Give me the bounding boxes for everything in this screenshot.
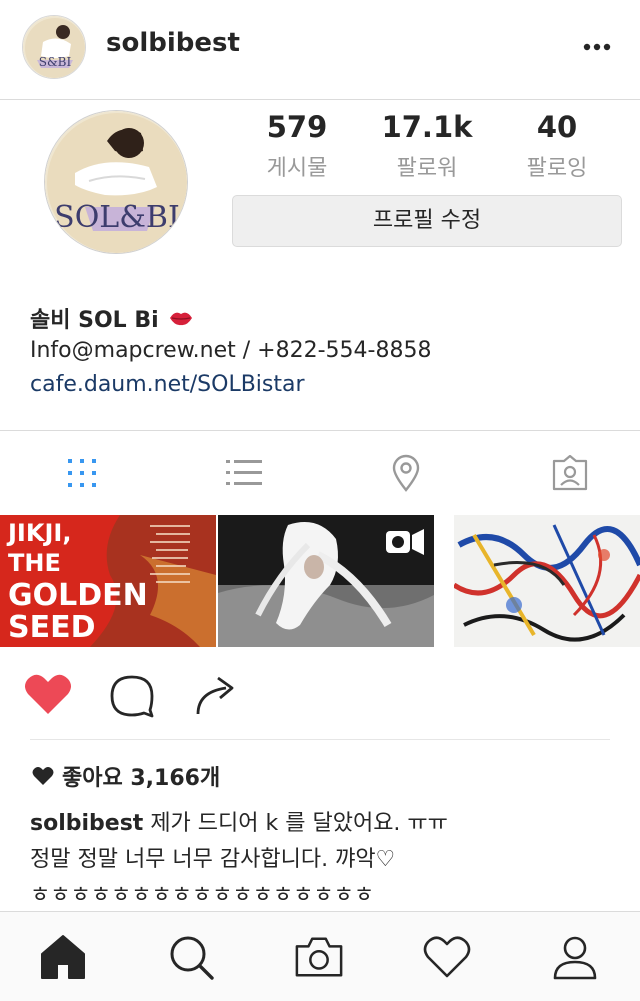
share-button[interactable]: [190, 670, 242, 720]
share-arrow-icon: [196, 676, 234, 715]
heart-small-icon: [32, 767, 54, 785]
bio-name-row: 솔비 SOL Bi: [30, 302, 193, 334]
stat-followers-value: 17.1k: [381, 110, 473, 144]
search-icon: [170, 936, 214, 980]
stat-followers-label: 팔로워: [396, 156, 458, 181]
post-caption: solbibest 제가 드디어 k 를 달았어요. ㅠㅠ 정말 정말 너무 너…: [30, 806, 620, 914]
caption-username[interactable]: solbibest: [30, 811, 143, 836]
video-camera-icon: [386, 529, 424, 555]
stat-following-value: 40: [536, 110, 578, 144]
comment-icon: [110, 675, 154, 718]
stat-posts-label: 게시물: [266, 156, 328, 181]
nav-home[interactable]: [38, 932, 88, 982]
bottom-nav: [0, 911, 640, 1001]
heart-filled-icon: [25, 674, 71, 714]
stat-following-label: 팔로잉: [526, 156, 588, 181]
stat-following[interactable]: 40 팔로잉: [492, 110, 622, 182]
likes-row[interactable]: 좋아요 3,166개: [32, 760, 220, 792]
stat-followers[interactable]: 17.1k 팔로워: [362, 110, 492, 182]
avatar-logo-text: SOL&BI: [54, 200, 180, 235]
header-avatar[interactable]: S&BI: [22, 15, 86, 79]
thumb-text-line: GOLDEN: [8, 578, 148, 613]
likes-count: 좋아요 3,166개: [62, 766, 221, 791]
top-bar: S&BI solbibest: [0, 0, 640, 100]
header-username: solbibest: [106, 28, 240, 58]
stat-posts-value: 579: [266, 110, 328, 144]
grid-photo-2[interactable]: [218, 515, 434, 647]
thumb-text-line: THE: [8, 549, 61, 577]
grid-icon: [68, 459, 96, 487]
caption-text: ㅎㅎㅎㅎㅎㅎㅎㅎㅎㅎㅎㅎㅎㅎㅎㅎㅎ: [30, 883, 375, 908]
heart-icon: [423, 936, 471, 978]
tab-grid[interactable]: [60, 451, 104, 495]
grid-photo-1[interactable]: JIKJI, THE GOLDEN SEED: [0, 515, 216, 647]
profile-tab-bar: [0, 431, 640, 515]
nav-profile[interactable]: [550, 932, 600, 982]
profile-avatar[interactable]: SOL&BI: [44, 110, 188, 254]
edit-profile-button[interactable]: 프로필 수정: [232, 195, 622, 247]
lips-icon: [169, 312, 192, 326]
list-icon: [226, 460, 262, 485]
stat-posts[interactable]: 579 게시물: [232, 110, 362, 182]
nav-activity[interactable]: [422, 932, 472, 982]
tab-list[interactable]: [222, 451, 266, 495]
bio-contact: Info@mapcrew.net / +822-554-8858: [30, 338, 432, 363]
caption-text: 정말 정말 너무 너무 감사합니다. 꺄악♡: [30, 847, 396, 872]
tagged-person-icon: [552, 455, 588, 491]
comment-button[interactable]: [106, 670, 158, 720]
home-icon: [41, 935, 85, 979]
grid-photo-3[interactable]: [454, 515, 640, 647]
bio-link[interactable]: cafe.daum.net/SOLBistar: [30, 372, 305, 397]
caption-text: 제가 드디어 k 를 달았어요. ㅠㅠ: [143, 811, 448, 836]
tab-location[interactable]: [384, 451, 428, 495]
nav-search[interactable]: [166, 932, 216, 982]
more-dots-icon: [583, 43, 611, 51]
like-button[interactable]: [22, 670, 74, 720]
thumb-text-line: JIKJI,: [6, 519, 71, 547]
svg-text:S&BI: S&BI: [39, 55, 72, 69]
camera-icon: [295, 937, 343, 977]
location-pin-icon: [392, 454, 420, 492]
nav-camera[interactable]: [294, 932, 344, 982]
thumb-text-line: SEED: [8, 610, 96, 645]
tab-tagged[interactable]: [548, 451, 592, 495]
profile-icon: [553, 936, 597, 980]
more-options-button[interactable]: [578, 30, 618, 64]
divider: [30, 739, 610, 740]
bio-name: 솔비 SOL Bi: [30, 308, 159, 333]
